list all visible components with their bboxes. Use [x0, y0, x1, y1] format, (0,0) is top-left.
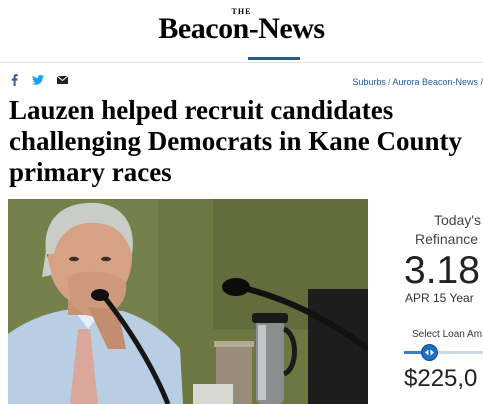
mortgage-rate-ad[interactable]: Today's Refinance 3.18 APR 15 Year Selec… — [400, 199, 483, 404]
twitter-icon[interactable] — [32, 74, 44, 86]
masthead-accent-bar — [248, 57, 300, 60]
breadcrumb: Suburbs / Aurora Beacon-News / — [352, 77, 483, 87]
site-logo[interactable]: Beacon-News — [0, 12, 483, 46]
loan-amount-slider-track[interactable] — [404, 351, 483, 354]
article-photo[interactable] — [8, 199, 368, 404]
facebook-icon[interactable] — [8, 74, 20, 86]
ad-today-label: Today's — [433, 212, 481, 228]
article-headline: Lauzen helped recruit candidates challen… — [9, 95, 463, 187]
ad-rate-date: APR 15 Year — [405, 291, 474, 305]
breadcrumb-section-link[interactable]: Suburbs — [352, 77, 386, 87]
header-divider — [0, 62, 483, 63]
ad-rate-value: 3.18 — [404, 249, 480, 292]
ad-loan-amount: $225,0 — [404, 365, 478, 392]
email-icon[interactable] — [56, 74, 68, 86]
masthead: THE Beacon-News — [0, 0, 483, 62]
slider-arrows-icon — [425, 349, 434, 356]
ad-refinance-label: Refinance — [415, 231, 479, 247]
social-share-bar — [8, 74, 68, 86]
ad-select-loan-label: Select Loan Am — [412, 329, 483, 340]
loan-amount-slider-thumb[interactable] — [422, 345, 437, 360]
breadcrumb-subsection-link[interactable]: Aurora Beacon-News / — [392, 77, 483, 87]
